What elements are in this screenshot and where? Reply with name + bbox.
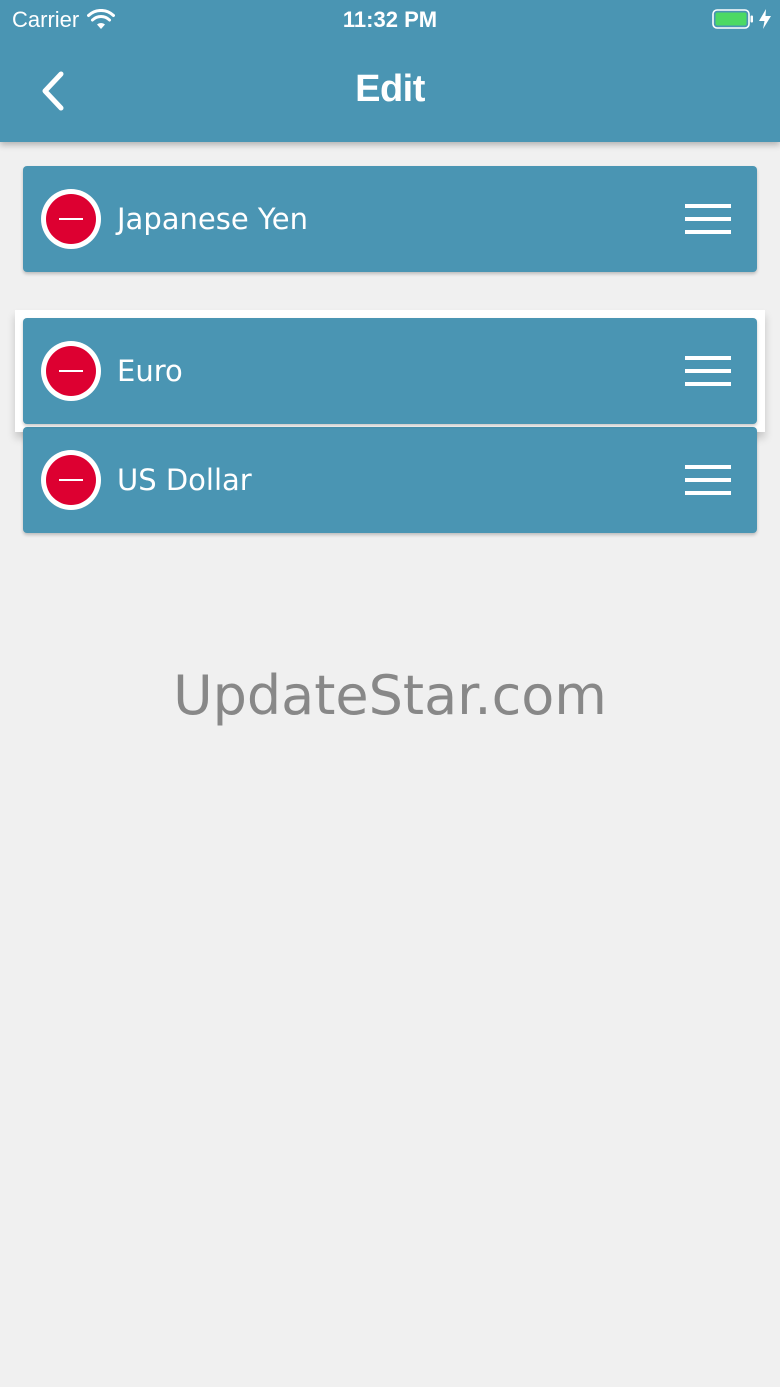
status-time: 11:32 PM <box>342 7 438 32</box>
delete-button[interactable] <box>41 341 101 401</box>
minus-circle-icon <box>46 455 96 505</box>
drag-handle-icon[interactable] <box>685 465 731 497</box>
currency-row-us-dollar[interactable]: US Dollar <box>23 427 757 533</box>
status-bar: Carrier 11:32 PM <box>0 0 780 40</box>
currency-label: Japanese Yen <box>117 202 308 236</box>
minus-circle-icon <box>46 346 96 396</box>
bolt-icon <box>759 9 771 29</box>
currency-row-japanese-yen[interactable]: Japanese Yen <box>23 166 757 272</box>
drag-handle-icon[interactable] <box>685 204 731 236</box>
currency-label: US Dollar <box>117 463 252 497</box>
nav-bar: Edit <box>0 40 780 142</box>
app-header: Carrier 11:32 PM Edit <box>0 0 780 142</box>
currency-row-euro[interactable]: Euro <box>23 318 757 424</box>
minus-circle-icon <box>46 194 96 244</box>
battery-icon <box>712 9 753 29</box>
currency-label: Euro <box>117 354 183 388</box>
drag-handle-icon[interactable] <box>685 356 731 388</box>
delete-button[interactable] <box>41 450 101 510</box>
battery-status <box>712 8 772 30</box>
watermark: UpdateStar.com <box>173 664 607 727</box>
delete-button[interactable] <box>41 189 101 249</box>
page-title: Edit <box>355 68 425 110</box>
